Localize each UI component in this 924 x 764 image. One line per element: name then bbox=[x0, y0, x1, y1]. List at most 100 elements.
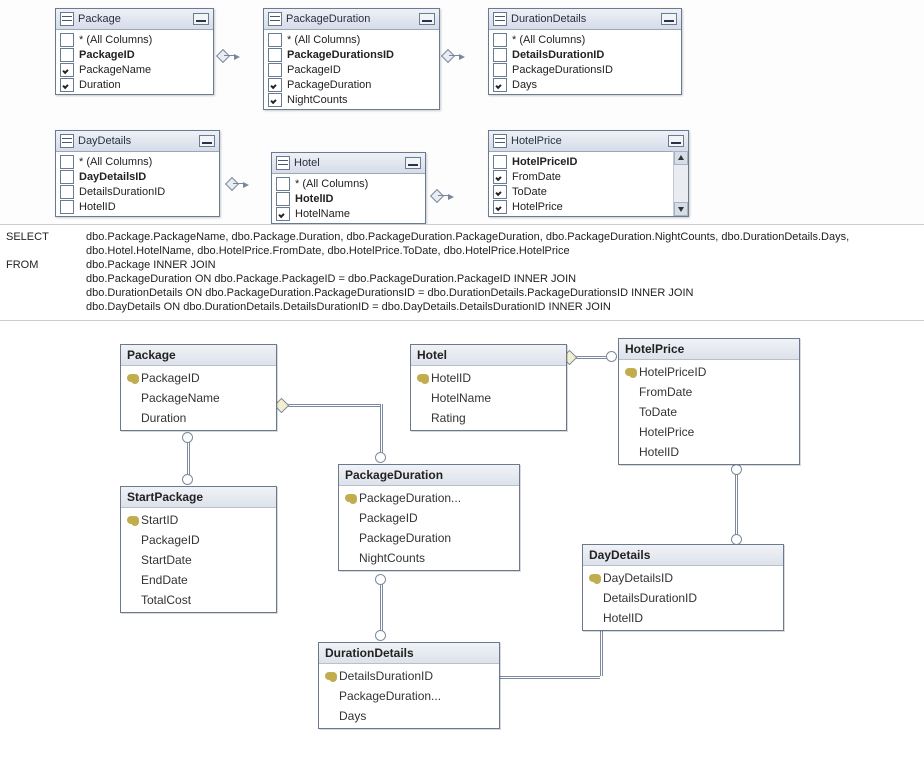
entity-hotelprice[interactable]: HotelPrice HotelPriceID FromDate ToDate … bbox=[618, 338, 800, 465]
column-row[interactable]: Duration bbox=[56, 77, 213, 92]
checkbox-icon[interactable] bbox=[276, 192, 290, 206]
entity-columns[interactable]: HotelID HotelName Rating bbox=[411, 366, 566, 430]
checkbox-icon[interactable] bbox=[60, 33, 74, 47]
column-row[interactable]: * (All Columns) bbox=[56, 32, 213, 47]
entity-col[interactable]: HotelPrice bbox=[619, 422, 799, 442]
entity-col[interactable]: Rating bbox=[411, 408, 566, 428]
checkbox-icon[interactable] bbox=[268, 48, 282, 62]
entity-col[interactable]: StartDate bbox=[121, 550, 276, 570]
entity-columns[interactable]: DetailsDurationID PackageDuration... Day… bbox=[319, 664, 499, 728]
column-row[interactable]: ToDate bbox=[489, 184, 674, 199]
entity-col[interactable]: HotelName bbox=[411, 388, 566, 408]
table-titlebar[interactable]: PackageDuration bbox=[264, 9, 439, 30]
entity-columns[interactable]: DayDetailsID DetailsDurationID HotelID bbox=[583, 566, 783, 630]
checkbox-icon[interactable] bbox=[60, 63, 74, 77]
entity-col[interactable]: StartID bbox=[121, 510, 276, 530]
column-row[interactable]: HotelID bbox=[56, 199, 219, 214]
column-row[interactable]: PackageName bbox=[56, 62, 213, 77]
column-row[interactable]: * (All Columns) bbox=[489, 32, 681, 47]
checkbox-icon[interactable] bbox=[60, 155, 74, 169]
entity-col[interactable]: Duration bbox=[121, 408, 276, 428]
entity-col[interactable]: DetailsDurationID bbox=[319, 666, 499, 686]
entity-col[interactable]: HotelPriceID bbox=[619, 362, 799, 382]
entity-col[interactable]: PackageID bbox=[121, 368, 276, 388]
column-row[interactable]: PackageID bbox=[56, 47, 213, 62]
column-row[interactable]: * (All Columns) bbox=[264, 32, 439, 47]
minimize-icon[interactable] bbox=[193, 13, 209, 25]
entity-col[interactable]: PackageDuration... bbox=[339, 488, 519, 508]
entity-columns[interactable]: PackageID PackageName Duration bbox=[121, 366, 276, 430]
entity-durationdetails[interactable]: DurationDetails DetailsDurationID Packag… bbox=[318, 642, 500, 729]
entity-packageduration[interactable]: PackageDuration PackageDuration... Packa… bbox=[338, 464, 520, 571]
entity-hotel[interactable]: Hotel HotelID HotelName Rating bbox=[410, 344, 567, 431]
checkbox-icon[interactable] bbox=[493, 48, 507, 62]
table-titlebar[interactable]: HotelPrice bbox=[489, 131, 688, 152]
checkbox-icon[interactable] bbox=[60, 185, 74, 199]
column-row[interactable]: HotelPriceID bbox=[489, 154, 674, 169]
scrollbar[interactable] bbox=[673, 151, 688, 216]
checkbox-icon[interactable] bbox=[493, 170, 507, 184]
checkbox-icon[interactable] bbox=[60, 48, 74, 62]
column-row[interactable]: NightCounts bbox=[264, 92, 439, 107]
scroll-up-icon[interactable] bbox=[674, 151, 688, 165]
table-window-durationdetails[interactable]: DurationDetails * (All Columns) DetailsD… bbox=[488, 8, 682, 95]
column-list[interactable]: * (All Columns) PackageID PackageName Du… bbox=[56, 30, 213, 94]
minimize-icon[interactable] bbox=[419, 13, 435, 25]
entity-columns[interactable]: PackageDuration... PackageID PackageDura… bbox=[339, 486, 519, 570]
column-row[interactable]: DayDetailsID bbox=[56, 169, 219, 184]
entity-col[interactable]: HotelID bbox=[619, 442, 799, 462]
minimize-icon[interactable] bbox=[668, 135, 684, 147]
entity-col[interactable]: NightCounts bbox=[339, 548, 519, 568]
entity-startpackage[interactable]: StartPackage StartID PackageID StartDate… bbox=[120, 486, 277, 613]
entity-col[interactable]: DetailsDurationID bbox=[583, 588, 783, 608]
sql-pane[interactable]: SELECT dbo.Package.PackageName, dbo.Pack… bbox=[0, 224, 924, 321]
column-row[interactable]: * (All Columns) bbox=[56, 154, 219, 169]
checkbox-icon[interactable] bbox=[268, 63, 282, 77]
column-row[interactable]: PackageDuration bbox=[264, 77, 439, 92]
checkbox-icon[interactable] bbox=[493, 185, 507, 199]
column-row[interactable]: HotelID bbox=[272, 191, 425, 206]
column-list[interactable]: * (All Columns) DayDetailsID DetailsDura… bbox=[56, 152, 219, 216]
entity-col[interactable]: HotelID bbox=[411, 368, 566, 388]
column-row[interactable]: * (All Columns) bbox=[272, 176, 425, 191]
column-row[interactable]: Days bbox=[489, 77, 681, 92]
checkbox-icon[interactable] bbox=[60, 170, 74, 184]
column-list[interactable]: * (All Columns) DetailsDurationID Packag… bbox=[489, 30, 681, 94]
entity-col[interactable]: PackageID bbox=[339, 508, 519, 528]
table-titlebar[interactable]: Hotel bbox=[272, 153, 425, 174]
entity-col[interactable]: FromDate bbox=[619, 382, 799, 402]
checkbox-icon[interactable] bbox=[493, 63, 507, 77]
entity-col[interactable]: Days bbox=[319, 706, 499, 726]
table-window-packageduration[interactable]: PackageDuration * (All Columns) PackageD… bbox=[263, 8, 440, 110]
column-list[interactable]: HotelPriceID FromDate ToDate HotelPrice bbox=[489, 152, 674, 216]
column-row[interactable]: PackageID bbox=[264, 62, 439, 77]
entity-col[interactable]: PackageDuration bbox=[339, 528, 519, 548]
entity-package[interactable]: Package PackageID PackageName Duration bbox=[120, 344, 277, 431]
checkbox-icon[interactable] bbox=[493, 78, 507, 92]
checkbox-icon[interactable] bbox=[493, 155, 507, 169]
checkbox-icon[interactable] bbox=[493, 33, 507, 47]
table-window-daydetails[interactable]: DayDetails * (All Columns) DayDetailsID … bbox=[55, 130, 220, 217]
column-row[interactable]: HotelName bbox=[272, 206, 425, 221]
checkbox-icon[interactable] bbox=[60, 78, 74, 92]
entity-columns[interactable]: HotelPriceID FromDate ToDate HotelPrice … bbox=[619, 360, 799, 464]
column-row[interactable]: PackageDurationsID bbox=[489, 62, 681, 77]
entity-col[interactable]: PackageName bbox=[121, 388, 276, 408]
minimize-icon[interactable] bbox=[405, 157, 421, 169]
column-list[interactable]: * (All Columns) HotelID HotelName bbox=[272, 174, 425, 223]
entity-col[interactable]: PackageID bbox=[121, 530, 276, 550]
checkbox-icon[interactable] bbox=[493, 200, 507, 214]
entity-col[interactable]: HotelID bbox=[583, 608, 783, 628]
checkbox-icon[interactable] bbox=[276, 177, 290, 191]
entity-daydetails[interactable]: DayDetails DayDetailsID DetailsDurationI… bbox=[582, 544, 784, 631]
minimize-icon[interactable] bbox=[199, 135, 215, 147]
column-row[interactable]: DetailsDurationID bbox=[56, 184, 219, 199]
entity-col[interactable]: PackageDuration... bbox=[319, 686, 499, 706]
table-titlebar[interactable]: Package bbox=[56, 9, 213, 30]
checkbox-icon[interactable] bbox=[276, 207, 290, 221]
er-diagram-pane[interactable]: Package PackageID PackageName Duration S… bbox=[0, 326, 924, 764]
column-list[interactable]: * (All Columns) PackageDurationsID Packa… bbox=[264, 30, 439, 109]
checkbox-icon[interactable] bbox=[268, 33, 282, 47]
checkbox-icon[interactable] bbox=[60, 200, 74, 214]
table-titlebar[interactable]: DurationDetails bbox=[489, 9, 681, 30]
